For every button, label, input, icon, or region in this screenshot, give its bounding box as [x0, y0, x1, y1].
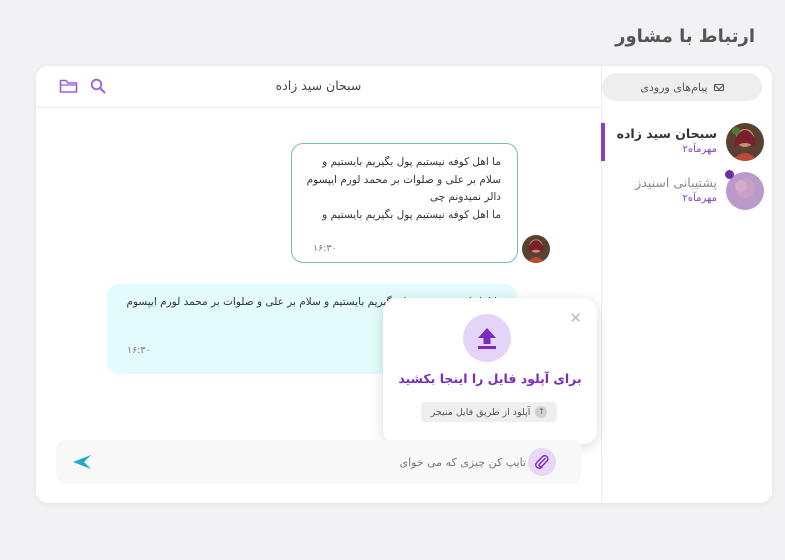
search-icon[interactable]	[90, 78, 106, 98]
message-line: ما اهل کوفه نیستیم پول بگیریم بایستیم و	[322, 156, 501, 168]
upload-title: برای آپلود فایل را اینجا بکشید	[398, 371, 582, 386]
inbox-tab[interactable]: پیام‌های ورودی	[602, 73, 762, 101]
message-composer	[56, 440, 581, 484]
chat-contact-name: سبحان سید زاده	[275, 78, 362, 93]
file-manager-upload-button[interactable]: ↑ آپلود از طریق فایل منیجر	[421, 402, 557, 422]
arrow-up-icon: ↑	[535, 406, 548, 418]
send-icon[interactable]	[72, 454, 92, 474]
inbox-label: پیام‌های ورودی	[640, 80, 708, 94]
avatar	[726, 123, 764, 161]
message-input[interactable]	[176, 450, 526, 474]
upload-dropzone-popup[interactable]: ✕ برای آپلود فایل را اینجا بکشید ↑ آپلود…	[383, 298, 597, 444]
message-time: ۱۶:۳۰	[127, 345, 151, 356]
folder-icon[interactable]	[59, 78, 78, 98]
contact-name: سبحان سید زاده	[616, 126, 717, 141]
paperclip-icon[interactable]	[528, 448, 556, 476]
contact-item-support[interactable]: پشتیبانی اسنیدز مهرمآه۲	[601, 170, 772, 212]
upload-icon	[463, 314, 511, 362]
message-bubble-outgoing: ما اهل کوفه نیستیم پول بگیریم بایستیم و …	[291, 143, 518, 263]
chat-header: سبحان سید زاده	[36, 66, 601, 108]
mail-icon	[713, 83, 724, 91]
contact-subtitle: مهرمآه۲	[682, 193, 717, 204]
avatar	[522, 235, 550, 263]
upload-button-label: آپلود از طریق فایل منیجر	[430, 406, 531, 418]
conversation-sidebar: پیام‌های ورودی سبحان سید زاده مهرمآه۲	[601, 66, 772, 503]
message-line: سلام بر علی و صلوات بر محمد لورم ایپسوم	[306, 173, 501, 186]
message-line: دالر نمیدونم چی	[429, 191, 501, 203]
contact-subtitle: مهرمآه۲	[682, 144, 717, 155]
unread-badge	[725, 170, 734, 179]
message-time: ۱۶:۳۰	[313, 243, 337, 254]
contact-item-sobhan[interactable]: سبحان سید زاده مهرمآه۲	[601, 123, 772, 163]
contact-name: پشتیبانی اسنیدز	[635, 175, 717, 190]
page-title: ارتباط با مشاور	[615, 26, 755, 47]
close-icon[interactable]: ✕	[569, 309, 582, 327]
message-line: ما اهل کوفه نیستیم پول بگیریم بایستیم و	[322, 208, 501, 221]
chat-card: پیام‌های ورودی سبحان سید زاده مهرمآه۲	[36, 66, 772, 503]
